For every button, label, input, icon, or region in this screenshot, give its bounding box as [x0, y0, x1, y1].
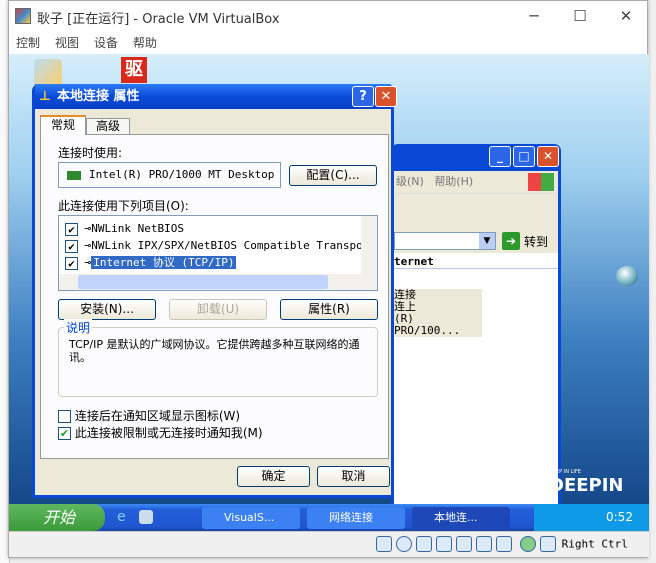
show-icon-option[interactable]: 连接后在通知区域显示图标(W)	[58, 407, 240, 424]
go-arrow-icon[interactable]: ➔	[502, 232, 520, 250]
task-visualstudio[interactable]: VisualS...	[202, 507, 300, 529]
network-icon: ⊥	[39, 89, 51, 104]
install-button[interactable]: 安装(N)...	[58, 299, 156, 320]
chevron-down-icon[interactable]: ▼	[479, 233, 495, 249]
task-local-connection[interactable]: 本地连...	[412, 507, 510, 529]
menu-view[interactable]: 视图	[55, 36, 79, 50]
virtualbox-window: 耿子 [正在运行] - Oracle VM VirtualBox ─ ☐ ✕ 控…	[8, 0, 649, 558]
maximize-button[interactable]: ☐	[565, 5, 595, 27]
driver-app-icon[interactable]: 驱	[121, 57, 147, 83]
configure-button[interactable]: 配置(C)...	[289, 165, 377, 186]
description-text: TCP/IP 是默认的广域网协议。它提供跨越多种互联网络的通讯。	[69, 338, 360, 364]
adapter-field: Intel(R) PRO/1000 MT Desktop A	[58, 162, 281, 188]
checkbox[interactable]: ✔	[65, 256, 78, 270]
quicklaunch-icon[interactable]	[139, 510, 153, 524]
menu-control[interactable]: 控制	[16, 36, 40, 50]
adapter-name: Intel(R) PRO/1000 MT Desktop A	[89, 168, 281, 181]
windows-logo-icon	[528, 173, 554, 191]
description-legend: 说明	[64, 319, 93, 336]
video-capture-icon[interactable]	[476, 536, 492, 552]
menu-devices[interactable]: 设备	[94, 36, 118, 50]
components-list[interactable]: ✔ ⊸NWLink NetBIOS ✔ ⊸NWLink IPX/SPX/NetB…	[58, 215, 378, 291]
deepin-logo: DEEPIN	[549, 475, 624, 496]
properties-button[interactable]: 属性(R)	[280, 299, 378, 320]
menu-help[interactable]: 帮助	[133, 36, 157, 50]
network-card-icon	[67, 171, 81, 180]
window-title: 耿子 [正在运行] - Oracle VM VirtualBox	[37, 12, 280, 27]
notify-checkbox[interactable]: ✔	[58, 427, 71, 440]
vertical-scrollbar[interactable]	[361, 216, 377, 274]
system-tray: 0:52	[534, 504, 649, 531]
title-bar: 耿子 [正在运行] - Oracle VM VirtualBox ─ ☐ ✕	[9, 1, 649, 31]
network-connections-window[interactable]: _ □ ✕ 级(N) 帮助(H) ▼ ➔ 转到 ternet 连接 连上 (R)…	[391, 144, 561, 531]
usb-icon[interactable]	[416, 536, 432, 552]
vm-screen[interactable]: 驱 _ □ ✕ 级(N) 帮助(H) ▼ ➔ 转到 ternet 连接 连上 (…	[9, 54, 649, 531]
connect-using-label: 连接时使用:	[58, 146, 123, 160]
optical-drive-icon[interactable]	[396, 536, 412, 552]
item-label: NWLink NetBIOS	[91, 222, 184, 235]
go-button[interactable]: 转到	[524, 233, 548, 250]
menu-bar: 控制 视图 设备 帮助	[9, 32, 649, 54]
properties-dialog: ⊥ 本地连接 属性 ? ✕ 常规 高级 连接时使用: Intel(R) PRO/…	[32, 84, 397, 498]
checkbox[interactable]: ✔	[65, 222, 78, 236]
dialog-title-bar: ⊥ 本地连接 属性 ? ✕	[35, 84, 397, 109]
tab-advanced[interactable]: 高级	[86, 118, 130, 135]
start-button[interactable]: 开始	[9, 504, 105, 531]
host-key-label: Right Ctrl	[561, 537, 628, 551]
explorer-menu-advanced[interactable]: 级(N)	[396, 175, 424, 188]
show-icon-checkbox[interactable]	[58, 410, 71, 423]
notify-label: 此连接被限制或无连接时通知我(M)	[74, 426, 263, 440]
ie-icon[interactable]: e	[117, 509, 126, 525]
xp-taskbar: 开始 e VisualS... 网络连接 本地连... 0:52	[9, 504, 649, 531]
explorer-minimize-button[interactable]: _	[489, 146, 511, 167]
uninstall-button: 卸载(U)	[169, 299, 267, 320]
ok-button[interactable]: 确定	[237, 466, 310, 487]
virtualbox-icon	[15, 8, 31, 24]
hard-disk-icon[interactable]	[376, 536, 392, 552]
list-item[interactable]: ✔ ⊸NWLink IPX/SPX/NetBIOS Compatible Tra…	[65, 237, 376, 254]
explorer-maximize-button[interactable]: □	[513, 146, 535, 167]
explorer-group-header: ternet	[394, 255, 558, 269]
horizontal-scrollbar[interactable]	[59, 274, 377, 290]
description-group: 说明 TCP/IP 是默认的广域网协议。它提供跨越多种互联网络的通讯。	[58, 319, 378, 397]
clock[interactable]: 0:52	[606, 510, 633, 524]
minimize-button[interactable]: ─	[519, 5, 549, 27]
dialog-title: 本地连接 属性	[57, 89, 140, 104]
help-button[interactable]: ?	[352, 86, 374, 107]
show-icon-label: 连接后在通知区域显示图标(W)	[74, 409, 241, 423]
dialog-body: 常规 高级 连接时使用: Intel(R) PRO/1000 MT Deskto…	[35, 109, 391, 495]
task-network-connections[interactable]: 网络连接	[307, 507, 405, 529]
connection-device: (R) PRO/100...	[394, 312, 461, 337]
address-input[interactable]: ▼	[394, 232, 496, 250]
vm-status-bar: Right Ctrl	[9, 531, 649, 557]
water-drop-decoration	[616, 266, 638, 286]
network-status-icon[interactable]	[519, 536, 536, 552]
item-label: NWLink IPX/SPX/NetBIOS Compatible Transp…	[91, 239, 377, 252]
explorer-menu-help[interactable]: 帮助(H)	[434, 175, 473, 188]
display-icon[interactable]	[456, 536, 472, 552]
list-item[interactable]: ✔ ⊸NWLink NetBIOS	[65, 220, 184, 237]
shared-folders-icon[interactable]	[436, 536, 452, 552]
explorer-close-button[interactable]: ✕	[537, 146, 559, 167]
notify-option[interactable]: ✔ 此连接被限制或无连接时通知我(M)	[58, 424, 263, 441]
keyboard-capture-icon[interactable]	[539, 536, 556, 552]
checkbox[interactable]: ✔	[65, 239, 78, 253]
dialog-close-button[interactable]: ✕	[375, 86, 397, 107]
cpu-icon[interactable]	[496, 536, 512, 552]
item-label: Internet 协议 (TCP/IP)	[91, 256, 237, 269]
close-button[interactable]: ✕	[611, 5, 641, 27]
tab-general[interactable]: 常规	[40, 115, 86, 135]
connection-item[interactable]: 连接 连上 (R) PRO/100...	[394, 289, 482, 337]
list-item-selected[interactable]: ✔ ⊸ Internet 协议 (TCP/IP)	[65, 254, 237, 271]
items-label: 此连接使用下列项目(O):	[58, 199, 189, 213]
cancel-button[interactable]: 取消	[317, 466, 390, 487]
